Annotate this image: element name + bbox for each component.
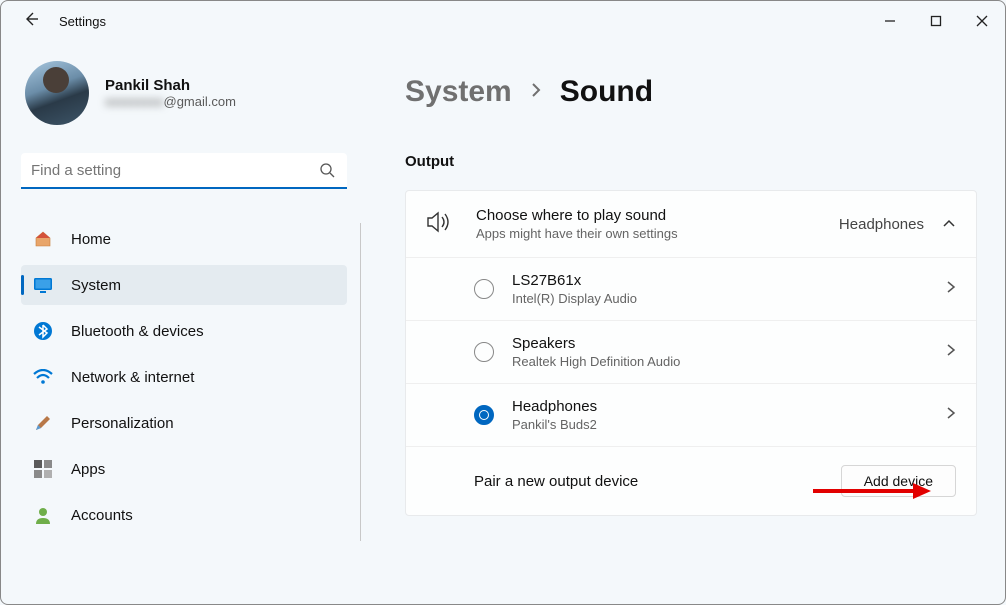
chevron-right-icon[interactable] bbox=[946, 280, 956, 299]
search-icon bbox=[319, 162, 335, 183]
sidebar-item-network[interactable]: Network & internet bbox=[21, 357, 347, 397]
sidebar-item-label: Apps bbox=[71, 461, 105, 478]
breadcrumb: System Sound bbox=[405, 75, 977, 109]
radio-unselected[interactable] bbox=[474, 342, 494, 362]
output-device-row[interactable]: LS27B61x Intel(R) Display Audio bbox=[406, 257, 976, 320]
back-button[interactable] bbox=[23, 11, 39, 32]
sidebar-item-label: Accounts bbox=[71, 507, 133, 524]
chevron-up-icon bbox=[942, 215, 956, 233]
sidebar: Pankil Shah xxxxxxxxx@gmail.com Home Sys… bbox=[1, 41, 361, 604]
sidebar-item-system[interactable]: System bbox=[21, 265, 347, 305]
profile-email: xxxxxxxxx@gmail.com bbox=[105, 94, 236, 109]
search-input[interactable] bbox=[21, 153, 347, 189]
titlebar: Settings bbox=[1, 1, 1005, 41]
sidebar-item-home[interactable]: Home bbox=[21, 219, 347, 259]
speaker-icon bbox=[426, 211, 454, 238]
main-content: System Sound Output Choose where to play… bbox=[361, 41, 1005, 604]
sidebar-item-label: Personalization bbox=[71, 415, 174, 432]
brush-icon bbox=[33, 413, 53, 433]
profile-name: Pankil Shah bbox=[105, 77, 236, 94]
device-name: Speakers bbox=[512, 335, 680, 352]
breadcrumb-current: Sound bbox=[560, 75, 653, 109]
chevron-right-icon[interactable] bbox=[946, 406, 956, 425]
minimize-button[interactable] bbox=[867, 4, 913, 38]
apps-icon bbox=[33, 459, 53, 479]
chevron-right-icon[interactable] bbox=[946, 343, 956, 362]
device-detail: Intel(R) Display Audio bbox=[512, 291, 637, 306]
sidebar-item-label: Network & internet bbox=[71, 369, 194, 386]
home-icon bbox=[33, 229, 53, 249]
annotation-arrow bbox=[813, 479, 933, 503]
maximize-button[interactable] bbox=[913, 4, 959, 38]
sidebar-item-accounts[interactable]: Accounts bbox=[21, 495, 347, 535]
radio-selected[interactable] bbox=[474, 405, 494, 425]
chevron-right-icon bbox=[530, 82, 542, 103]
output-card: Choose where to play sound Apps might ha… bbox=[405, 190, 977, 516]
window-title: Settings bbox=[59, 14, 106, 29]
radio-unselected[interactable] bbox=[474, 279, 494, 299]
output-card-header[interactable]: Choose where to play sound Apps might ha… bbox=[406, 191, 976, 257]
bluetooth-icon bbox=[33, 321, 53, 341]
card-subtitle: Apps might have their own settings bbox=[476, 226, 678, 241]
sidebar-item-label: System bbox=[71, 277, 121, 294]
device-detail: Pankil's Buds2 bbox=[512, 417, 597, 432]
pair-text: Pair a new output device bbox=[474, 473, 638, 490]
card-title: Choose where to play sound bbox=[476, 207, 678, 224]
scrollbar[interactable] bbox=[360, 223, 361, 541]
nav-list: Home System Bluetooth & devices Network … bbox=[21, 213, 361, 541]
breadcrumb-parent[interactable]: System bbox=[405, 75, 512, 109]
sidebar-item-bluetooth[interactable]: Bluetooth & devices bbox=[21, 311, 347, 351]
sidebar-item-label: Home bbox=[71, 231, 111, 248]
sidebar-item-personalization[interactable]: Personalization bbox=[21, 403, 347, 443]
profile-block[interactable]: Pankil Shah xxxxxxxxx@gmail.com bbox=[21, 61, 361, 125]
sidebar-item-label: Bluetooth & devices bbox=[71, 323, 204, 340]
wifi-icon bbox=[33, 367, 53, 387]
device-name: LS27B61x bbox=[512, 272, 637, 289]
section-title-output: Output bbox=[405, 153, 977, 170]
device-name: Headphones bbox=[512, 398, 597, 415]
device-detail: Realtek High Definition Audio bbox=[512, 354, 680, 369]
person-icon bbox=[33, 505, 53, 525]
card-value: Headphones bbox=[839, 216, 924, 233]
output-device-row[interactable]: Headphones Pankil's Buds2 bbox=[406, 383, 976, 446]
sidebar-item-apps[interactable]: Apps bbox=[21, 449, 347, 489]
system-icon bbox=[33, 275, 53, 295]
output-device-row[interactable]: Speakers Realtek High Definition Audio bbox=[406, 320, 976, 383]
avatar bbox=[25, 61, 89, 125]
close-button[interactable] bbox=[959, 4, 1005, 38]
